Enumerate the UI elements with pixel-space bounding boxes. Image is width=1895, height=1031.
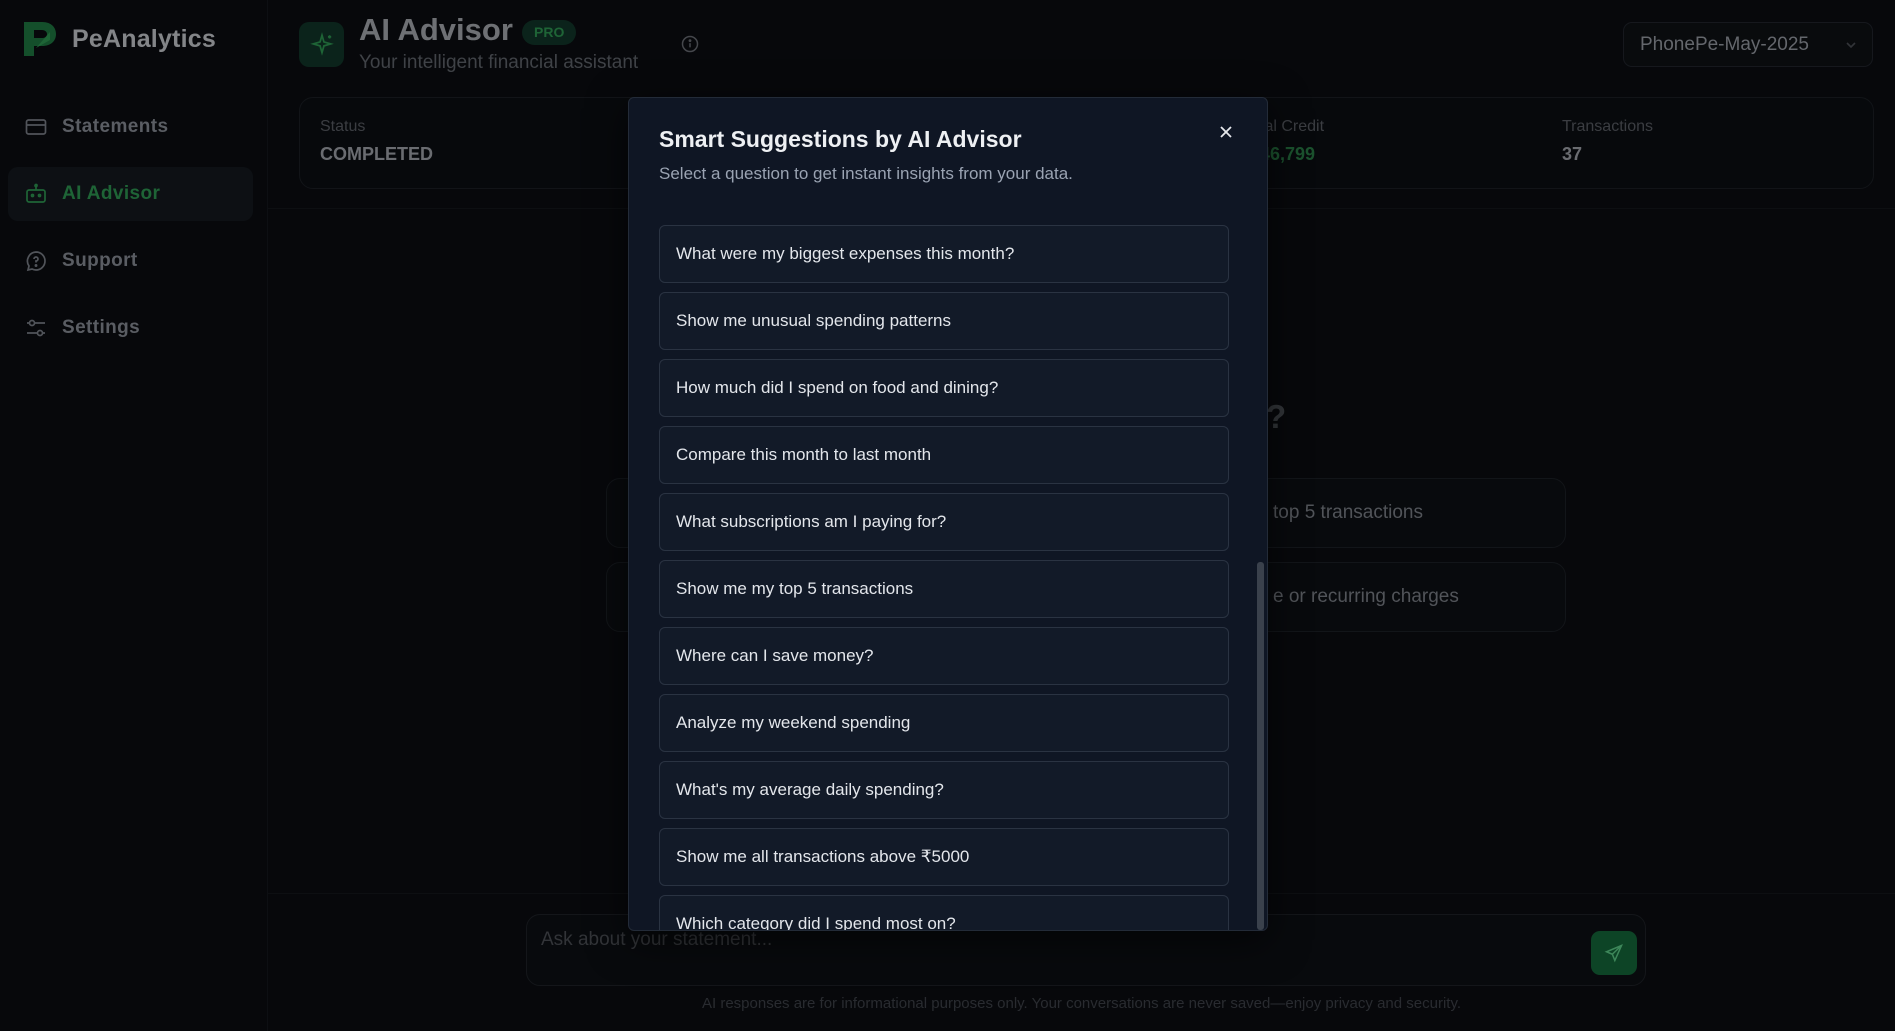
suggestion-item[interactable]: Show me all transactions above ₹5000 [659, 828, 1229, 886]
suggestion-label: Compare this month to last month [676, 445, 932, 464]
suggestion-item[interactable]: What were my biggest expenses this month… [659, 225, 1229, 283]
suggestion-item[interactable]: Show me my top 5 transactions [659, 560, 1229, 618]
suggestion-label: Where can I save money? [676, 646, 874, 665]
suggestion-item[interactable]: How much did I spend on food and dining? [659, 359, 1229, 417]
suggestion-label: Show me unusual spending patterns [676, 311, 952, 330]
suggestion-item[interactable]: Analyze my weekend spending [659, 694, 1229, 752]
suggestion-label: What were my biggest expenses this month… [676, 244, 1015, 263]
modal-title: Smart Suggestions by AI Advisor [659, 126, 1022, 152]
suggestion-label: What's my average daily spending? [676, 780, 944, 799]
suggestion-item[interactable]: What's my average daily spending? [659, 761, 1229, 819]
suggestion-item[interactable]: Show me unusual spending patterns [659, 292, 1229, 350]
scrollbar-thumb[interactable] [1257, 562, 1264, 930]
suggestion-label: Which category did I spend most on? [676, 914, 956, 931]
suggestion-label: What subscriptions am I paying for? [676, 512, 947, 531]
suggestion-item[interactable]: Which category did I spend most on? [659, 895, 1229, 931]
suggestion-label: How much did I spend on food and dining? [676, 378, 999, 397]
close-icon [1220, 126, 1232, 138]
suggestion-label: Show me my top 5 transactions [676, 579, 914, 598]
suggestion-label: Show me all transactions above ₹5000 [676, 847, 970, 866]
suggestion-item[interactable]: Compare this month to last month [659, 426, 1229, 484]
suggestion-item[interactable]: What subscriptions am I paying for? [659, 493, 1229, 551]
suggestion-label: Analyze my weekend spending [676, 713, 911, 732]
smart-suggestions-modal: Smart Suggestions by AI Advisor Select a… [628, 97, 1268, 931]
suggestion-list: What were my biggest expenses this month… [659, 225, 1229, 931]
close-button[interactable] [1212, 118, 1240, 146]
suggestion-item[interactable]: Where can I save money? [659, 627, 1229, 685]
modal-subtitle: Select a question to get instant insight… [659, 164, 1073, 183]
